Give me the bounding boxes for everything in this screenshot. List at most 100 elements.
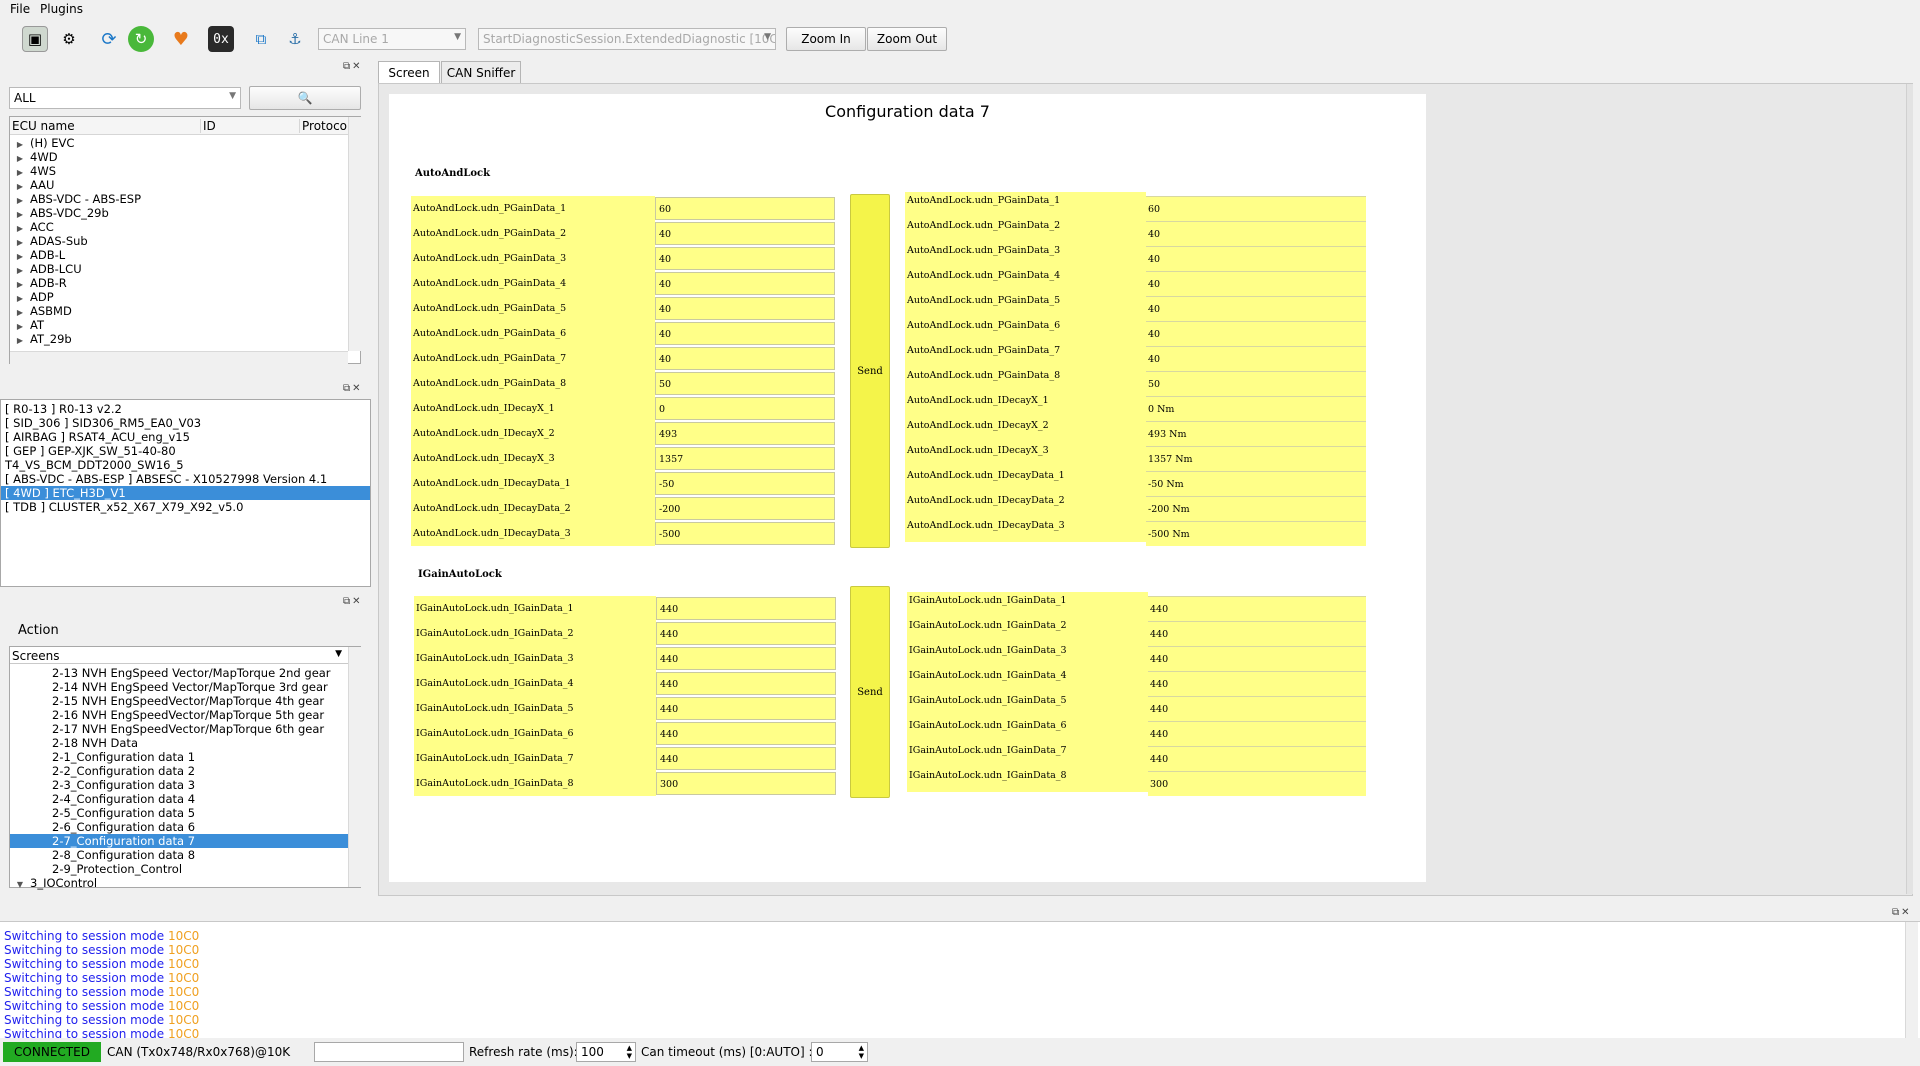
tab-screen[interactable]: Screen xyxy=(378,61,440,84)
action-item[interactable]: 2-9_Protection_Control xyxy=(10,862,348,876)
parameter-input[interactable]: 440 xyxy=(656,697,836,720)
action-item[interactable]: 2-8_Configuration data 8 xyxy=(10,848,348,862)
log-float-close-icon[interactable]: ⧉✕ xyxy=(1892,907,1912,918)
action-item[interactable]: 2-16 NVH EngSpeedVector/MapTorque 5th ge… xyxy=(10,708,348,722)
refresh-icon[interactable]: ⟳ xyxy=(96,26,122,52)
ecu-tree-hscroll[interactable] xyxy=(10,351,348,364)
action-item[interactable]: 2-6_Configuration data 6 xyxy=(10,820,348,834)
parameter-input[interactable]: 0 xyxy=(655,397,835,420)
ecu-tree-vscroll[interactable] xyxy=(348,117,361,351)
ecu-list-item[interactable]: [ R0-13 ] R0-13 v2.2 xyxy=(1,402,370,416)
column-protocol[interactable]: Protocol xyxy=(299,119,350,133)
parameter-input[interactable]: 40 xyxy=(655,322,835,345)
menu-plugins[interactable]: Plugins xyxy=(40,2,83,16)
zoom-out-button[interactable]: Zoom Out xyxy=(867,27,947,51)
ecu-tree-item[interactable]: ▶ AAU xyxy=(10,178,55,192)
network-icon[interactable]: ⚓ xyxy=(282,26,308,52)
parameter-input[interactable]: 440 xyxy=(656,597,836,620)
action-item[interactable]: 2-13 NVH EngSpeed Vector/MapTorque 2nd g… xyxy=(10,666,348,680)
parameter-input[interactable]: 440 xyxy=(656,647,836,670)
action-item[interactable]: 2-18 NVH Data xyxy=(10,736,348,750)
hex-mode-icon[interactable]: 0x xyxy=(208,26,234,52)
action-vscroll[interactable] xyxy=(348,647,361,887)
ecu-search-button[interactable]: 🔍 xyxy=(249,86,361,110)
tab-can-sniffer[interactable]: CAN Sniffer xyxy=(441,61,521,84)
ecu-list-float-close-icon[interactable]: ⧉✕ xyxy=(343,383,363,394)
parameter-input[interactable]: -500 xyxy=(655,522,835,545)
action-panel-float-close-icon[interactable]: ⧉✕ xyxy=(343,596,363,607)
log-vscroll[interactable] xyxy=(1905,922,1918,1038)
ecu-list-item[interactable]: [ AIRBAG ] RSAT4_ACU_eng_v15 xyxy=(1,430,370,444)
parameter-input[interactable]: 40 xyxy=(655,247,835,270)
command-input[interactable] xyxy=(314,1042,464,1062)
can-line-select[interactable]: CAN Line 1 ▼ xyxy=(318,28,466,50)
parameter-input[interactable]: 493 xyxy=(655,422,835,445)
ecu-tree-item[interactable]: ▶ AT xyxy=(10,318,44,332)
action-item[interactable]: 2-3_Configuration data 3 xyxy=(10,778,348,792)
action-item[interactable]: 2-5_Configuration data 5 xyxy=(10,806,348,820)
ecu-tree-item[interactable]: ▶ (H) EVC xyxy=(10,136,75,150)
ecu-list-item[interactable]: [ 4WD ] ETC_H3D_V1 xyxy=(1,486,370,500)
parameter-input[interactable]: 40 xyxy=(655,222,835,245)
ecu-list-item[interactable]: [ ABS-VDC - ABS-ESP ] ABSESC - X10527998… xyxy=(1,472,370,486)
collapse-arrow-icon[interactable]: ▼ xyxy=(10,878,30,892)
ecu-list-item[interactable]: [ TDB ] CLUSTER_x52_X67_X79_X92_v5.0 xyxy=(1,500,370,514)
parameter-input[interactable]: 40 xyxy=(655,272,835,295)
send-button[interactable]: Send xyxy=(850,586,890,798)
heartbeat-icon[interactable]: ♥ xyxy=(168,26,194,52)
ecu-tree-item[interactable]: ▶ 4WD xyxy=(10,150,58,164)
action-item[interactable]: 2-2_Configuration data 2 xyxy=(10,764,348,778)
ecu-tree-item[interactable]: ▶ ADP xyxy=(10,290,54,304)
parameter-input[interactable]: 40 xyxy=(655,297,835,320)
screen-vscroll[interactable] xyxy=(1906,84,1913,894)
ecu-tree-item[interactable]: ▶ ASBMD xyxy=(10,304,72,318)
session-select[interactable]: StartDiagnosticSession.ExtendedDiagnosti… xyxy=(478,28,776,50)
ecu-list-item[interactable]: T4_VS_BCM_DDT2000_SW16_5 xyxy=(1,458,370,472)
action-item[interactable]: 2-15 NVH EngSpeedVector/MapTorque 4th ge… xyxy=(10,694,348,708)
action-item[interactable]: 2-14 NVH EngSpeed Vector/MapTorque 3rd g… xyxy=(10,680,348,694)
ecu-panel-float-close-icon[interactable]: ⧉✕ xyxy=(343,61,363,72)
parameter-input[interactable]: 440 xyxy=(656,747,836,770)
ecu-filter-select[interactable]: ALL ▼ xyxy=(9,87,241,109)
parameter-input[interactable]: 440 xyxy=(656,722,836,745)
action-item[interactable]: 2-4_Configuration data 4 xyxy=(10,792,348,806)
ecu-list-item[interactable]: [ SID_306 ] SID306_RM5_EA0_V03 xyxy=(1,416,370,430)
parameter-input[interactable]: 440 xyxy=(656,672,836,695)
menu-file[interactable]: File xyxy=(10,2,30,16)
ecu-scan-icon[interactable]: ▣ xyxy=(22,26,48,52)
ecu-tree-item[interactable]: ▶ ABS-VDC_29b xyxy=(10,206,109,220)
ecu-tree-item[interactable]: ▶ ABS-VDC - ABS-ESP xyxy=(10,192,141,206)
column-ecu-name[interactable]: ECU name xyxy=(12,119,75,133)
expand-arrow-icon[interactable]: ▶ xyxy=(10,334,30,348)
settings-gear-icon[interactable]: ⚙ xyxy=(56,26,82,52)
parameter-input[interactable]: 300 xyxy=(656,772,836,795)
parameter-input[interactable]: 50 xyxy=(655,372,835,395)
ecu-list-item[interactable]: [ GEP ] GEP-XJK_SW_51-40-80 xyxy=(1,444,370,458)
ecu-tree-item[interactable]: ▶ ADB-L xyxy=(10,248,65,262)
parameter-input[interactable]: -50 xyxy=(655,472,835,495)
ecu-tree-item[interactable]: ▶ ADB-LCU xyxy=(10,262,82,276)
refresh-rate-spinbox[interactable]: 100 ▲ ▼ xyxy=(576,1042,636,1062)
action-group[interactable]: ▼ 3_IOControl xyxy=(10,876,348,890)
parameter-input[interactable]: 60 xyxy=(655,197,835,220)
action-item[interactable]: 2-7_Configuration data 7 xyxy=(10,834,348,848)
parameter-input[interactable]: 440 xyxy=(656,622,836,645)
column-id[interactable]: ID xyxy=(200,119,216,133)
ecu-tree-item[interactable]: ▶ ACC xyxy=(10,220,54,234)
action-item[interactable]: 2-1_Configuration data 1 xyxy=(10,750,348,764)
parameter-input[interactable]: 40 xyxy=(655,347,835,370)
action-item[interactable]: 2-17 NVH EngSpeedVector/MapTorque 6th ge… xyxy=(10,722,348,736)
ecu-tree-item[interactable]: ▶ AT_29b xyxy=(10,332,72,346)
sync-icon[interactable]: ↻ xyxy=(128,26,154,52)
send-button[interactable]: Send xyxy=(850,194,890,548)
ecu-tree-item[interactable]: ▶ 4WS xyxy=(10,164,56,178)
parameter-input[interactable]: 1357 xyxy=(655,447,835,470)
ecu-tree-item[interactable]: ▶ ADAS-Sub xyxy=(10,234,88,248)
can-timeout-spinbox[interactable]: 0 ▲ ▼ xyxy=(811,1042,868,1062)
zoom-in-button[interactable]: Zoom In xyxy=(786,27,866,51)
windows-icon[interactable]: ⧉ xyxy=(248,26,274,52)
parameter-input[interactable]: -200 xyxy=(655,497,835,520)
ecu-tree-item[interactable]: ▶ ADB-R xyxy=(10,276,67,290)
parameter-label: IGainAutoLock.udn_IGainData_8 xyxy=(414,771,656,796)
action-mode-select[interactable]: Screens ▼ xyxy=(10,647,348,664)
